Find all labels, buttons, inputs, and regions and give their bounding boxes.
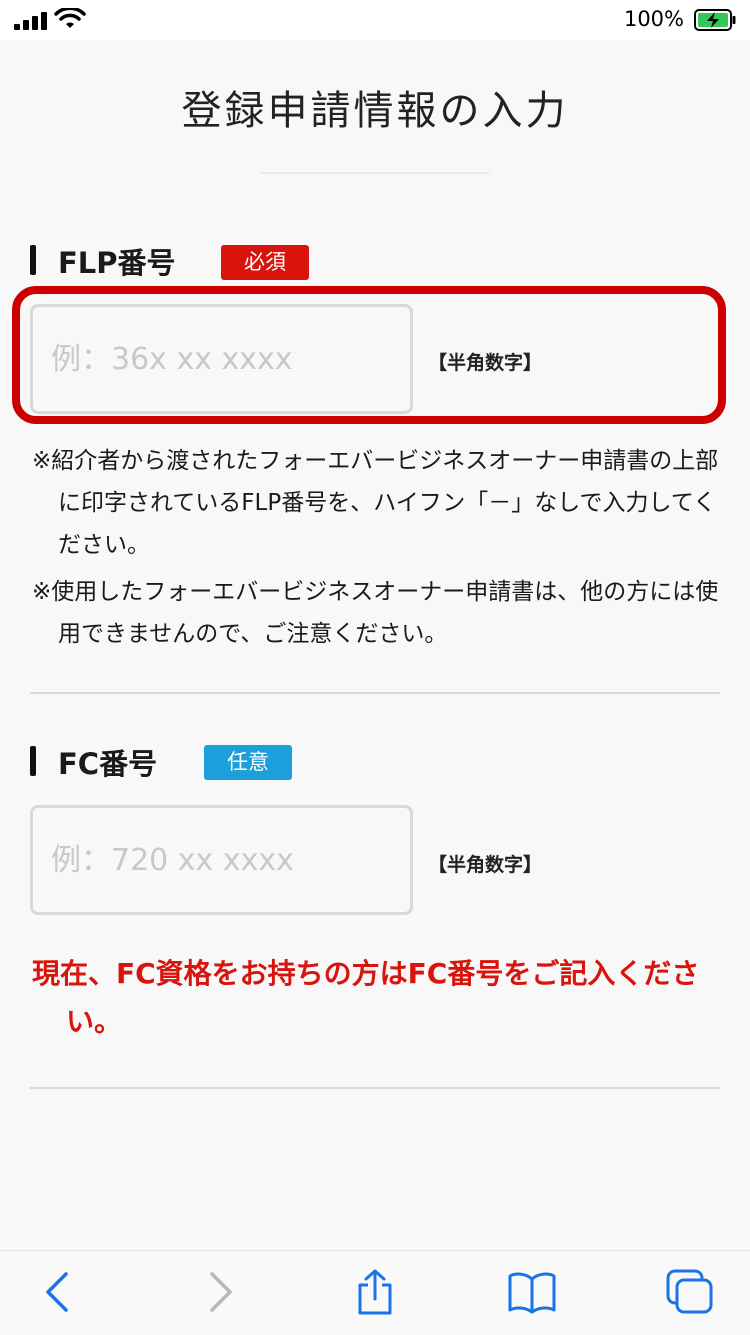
flp-number-input[interactable] <box>30 304 413 414</box>
browser-toolbar <box>0 1250 750 1335</box>
fc-notice: 現在、FC資格をお持ちの方はFC番号をご記入ください。 <box>32 957 700 1038</box>
fc-section-title: FC番号 <box>58 747 158 781</box>
page-title: 登録申請情報の入力 <box>181 88 569 134</box>
flp-input-hint: 【半角数字】 <box>428 352 543 374</box>
status-bar: 100% <box>0 0 750 40</box>
section-marker <box>30 245 36 275</box>
tabs-icon[interactable] <box>664 1269 714 1315</box>
cellular-signal-icon <box>14 12 48 30</box>
section-divider <box>30 692 720 694</box>
back-icon[interactable] <box>34 1269 84 1315</box>
flp-note-1: ※紹介者から渡されたフォーエバービジネスオーナー申請書の上部に印字されているFL… <box>32 448 719 558</box>
title-divider <box>260 172 490 174</box>
forward-icon[interactable] <box>194 1269 244 1315</box>
section-divider <box>30 1087 720 1089</box>
battery-percentage: 100% <box>623 7 684 31</box>
fc-input-hint: 【半角数字】 <box>428 854 543 876</box>
required-badge: 必須 <box>221 245 309 280</box>
section-marker <box>30 746 36 776</box>
wifi-icon <box>54 8 86 28</box>
flp-section-title: FLP番号 <box>58 246 176 280</box>
optional-badge: 任意 <box>204 745 292 780</box>
share-icon[interactable] <box>350 1269 400 1315</box>
battery-charging-icon <box>694 9 736 31</box>
flp-note-2: ※使用したフォーエバービジネスオーナー申請書は、他の方には使用できませんので、ご… <box>32 579 719 647</box>
bookmarks-icon[interactable] <box>507 1269 557 1315</box>
fc-number-input[interactable] <box>30 805 413 915</box>
